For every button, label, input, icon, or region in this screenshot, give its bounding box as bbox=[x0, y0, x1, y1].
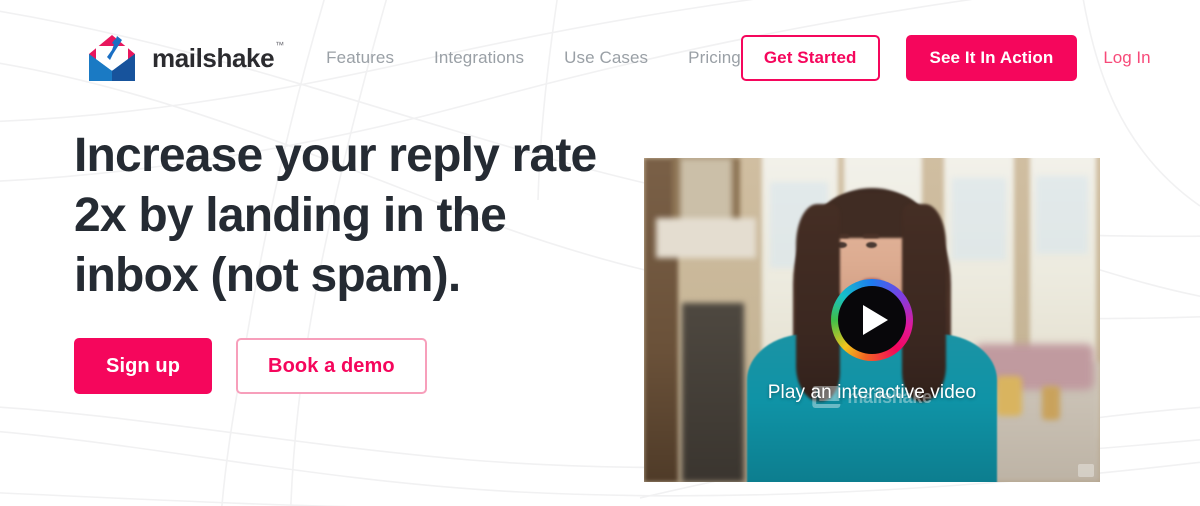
mantel-shelf bbox=[656, 218, 756, 258]
brand-name-text: mailshake bbox=[152, 43, 275, 73]
vase bbox=[1042, 386, 1060, 420]
hero-headline: Increase your reply rate 2x by landing i… bbox=[74, 129, 597, 302]
window-pane-right bbox=[952, 178, 1006, 260]
video-corner-badge bbox=[1078, 464, 1094, 477]
dark-drape bbox=[682, 303, 744, 482]
hero-cta-group: Sign up Book a demo bbox=[74, 338, 614, 394]
brand-logo-link[interactable]: mailshake ™ bbox=[84, 30, 284, 86]
book-a-demo-button[interactable]: Book a demo bbox=[236, 338, 427, 394]
shirt-mailshake-logo: mailshake bbox=[812, 386, 932, 408]
sign-up-button[interactable]: Sign up bbox=[74, 338, 213, 394]
play-video-button[interactable] bbox=[831, 279, 913, 361]
trademark-symbol: ™ bbox=[275, 40, 285, 50]
see-it-in-action-button[interactable]: See It In Action bbox=[905, 35, 1078, 81]
shirt-envelope-icon bbox=[812, 386, 841, 408]
interactive-video-thumbnail[interactable]: mailshake Play an interactive video bbox=[644, 158, 1100, 482]
mailshake-envelope-icon bbox=[89, 35, 135, 81]
primary-navigation: Features Integrations Use Cases Pricing bbox=[326, 48, 741, 68]
nav-link-pricing[interactable]: Pricing bbox=[688, 48, 741, 67]
brand-wordmark: mailshake ™ bbox=[152, 41, 284, 73]
play-triangle-icon bbox=[862, 305, 888, 335]
subject-eye-right bbox=[866, 242, 877, 248]
subject-brow-right bbox=[863, 234, 879, 238]
nav-item-features: Features bbox=[326, 48, 394, 68]
nav-link-features[interactable]: Features bbox=[326, 48, 394, 67]
window-pane-far-right bbox=[1036, 176, 1088, 254]
nav-item-use-cases: Use Cases bbox=[564, 48, 648, 68]
shirt-logo-text: mailshake bbox=[847, 386, 932, 407]
log-in-link[interactable]: Log In bbox=[1103, 48, 1150, 68]
nav-item-integrations: Integrations bbox=[434, 48, 524, 68]
get-started-button[interactable]: Get Started bbox=[740, 35, 880, 81]
nav-link-use-cases[interactable]: Use Cases bbox=[564, 48, 648, 67]
landing-page: mailshake ™ Features Integrations Use Ca… bbox=[0, 0, 1200, 506]
header-actions: Get Started See It In Action Log In bbox=[740, 35, 1151, 81]
site-header: mailshake ™ Features Integrations Use Ca… bbox=[0, 0, 1200, 116]
table-lamp bbox=[996, 376, 1022, 416]
hero-section: Increase your reply rate 2x by landing i… bbox=[74, 126, 614, 394]
play-button-inner-circle bbox=[838, 286, 906, 354]
nav-link-integrations[interactable]: Integrations bbox=[434, 48, 524, 67]
nav-item-pricing: Pricing bbox=[688, 48, 741, 68]
